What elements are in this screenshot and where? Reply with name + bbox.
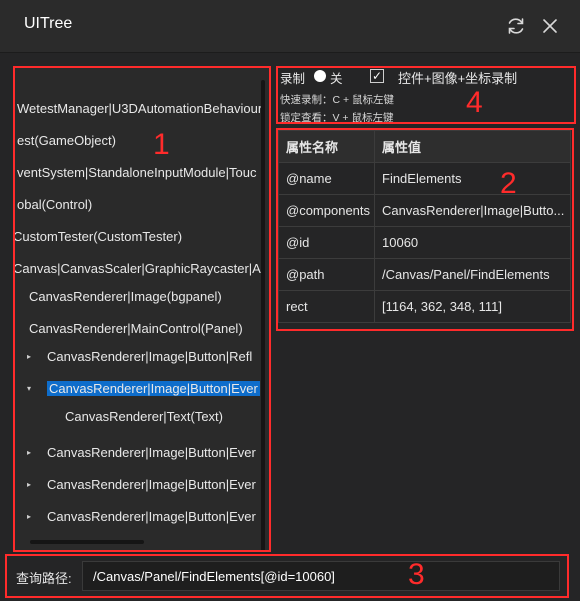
callout-2: 2 [500,167,517,200]
title-bar: UITree [0,0,580,53]
refresh-icon[interactable] [504,14,528,38]
annotation-box-4 [276,66,576,124]
window-title: UITree [24,15,73,32]
annotation-box-3 [5,554,569,598]
callout-1: 1 [153,128,170,161]
close-icon[interactable] [538,14,562,38]
callout-4: 4 [466,86,483,119]
callout-3: 3 [408,558,425,591]
annotation-box-2 [276,128,574,331]
annotation-box-1 [13,66,271,552]
